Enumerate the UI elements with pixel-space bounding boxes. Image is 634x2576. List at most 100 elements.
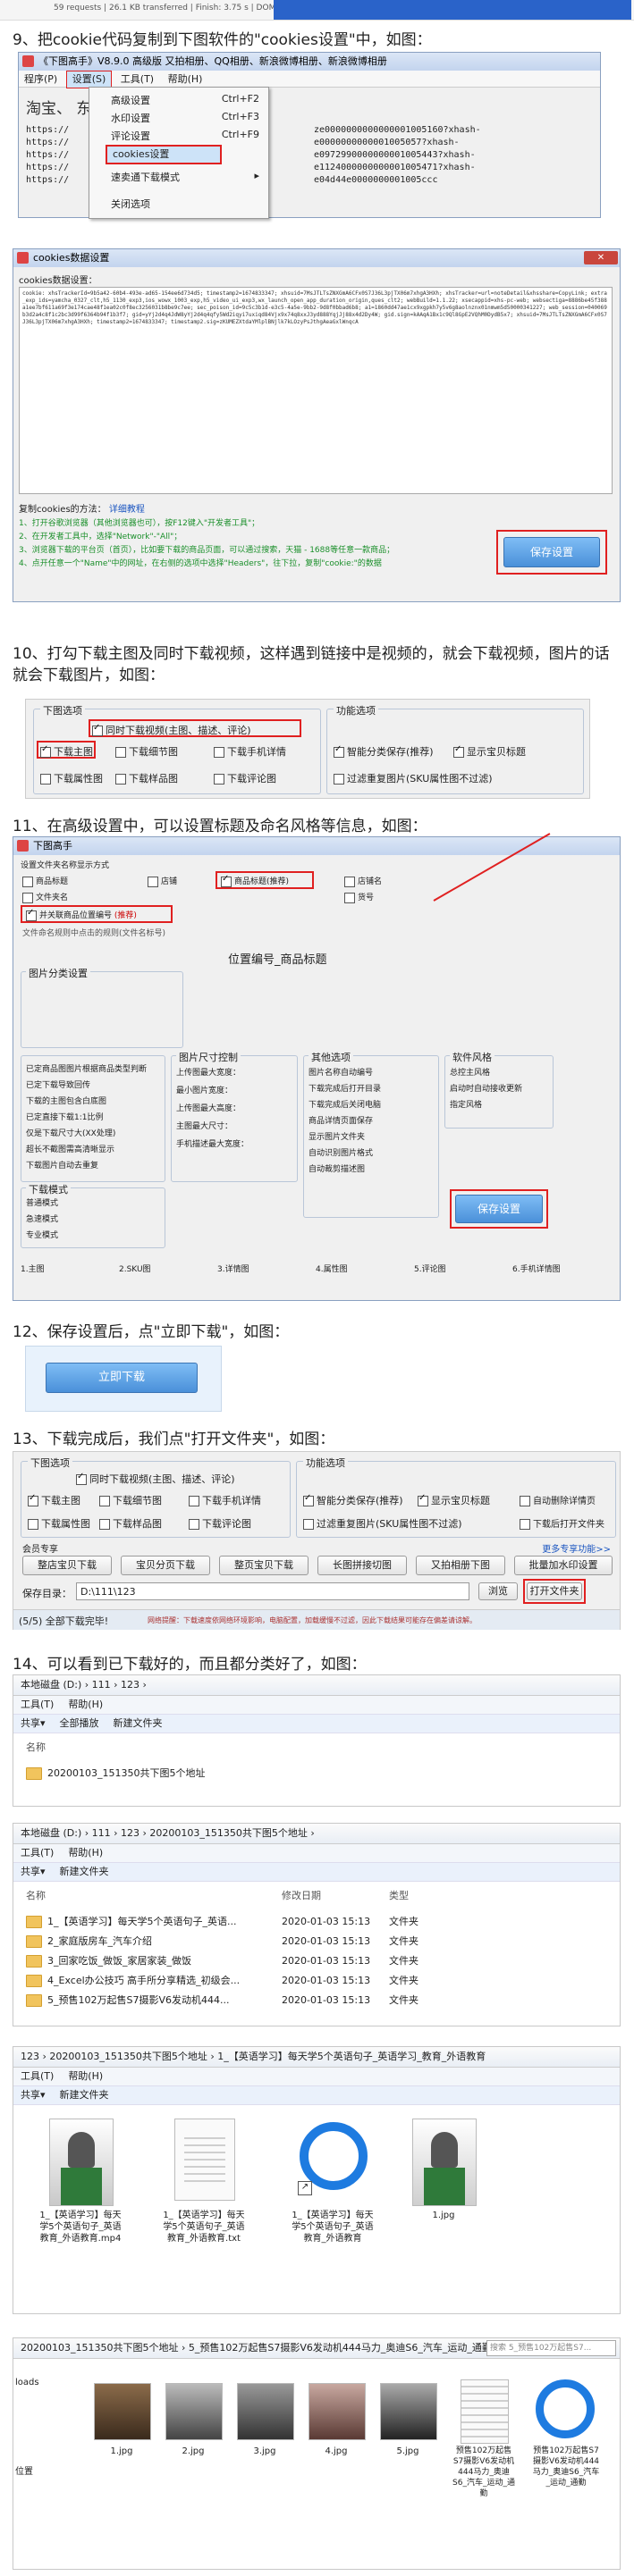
- explorer4-search[interactable]: 搜索 5_预售102万起售S7...: [486, 2340, 616, 2356]
- adv-left-opt[interactable]: 已定下载导致回传: [26, 1078, 90, 1090]
- tool-button-page[interactable]: 宝贝分页下载: [121, 1556, 210, 1575]
- help-link[interactable]: 详细教程: [109, 505, 145, 515]
- option-download-sample-image[interactable]: 下载样品图: [115, 771, 178, 785]
- tool-button-album[interactable]: 又拍相册下图: [416, 1556, 505, 1575]
- save-dir-input[interactable]: D:\111\123: [76, 1582, 469, 1600]
- option-download-video[interactable]: 同时下载视频(主图、描述、评论): [92, 723, 251, 737]
- option-smart-classify[interactable]: 智能分类保存(推荐): [334, 744, 434, 759]
- mode-opt[interactable]: 急速模式: [26, 1212, 58, 1224]
- size-opt[interactable]: 上传图最大高度：: [176, 1102, 241, 1113]
- dropdown-close-options[interactable]: 关闭选项: [111, 197, 263, 211]
- menu-help[interactable]: 帮助(H): [68, 1847, 103, 1859]
- field-shop-name[interactable]: 店铺名: [344, 875, 382, 887]
- field-product-title[interactable]: 商品标题: [22, 875, 68, 887]
- adv-left-opt[interactable]: 已定直接下载1:1比例: [26, 1111, 104, 1122]
- col-header-type[interactable]: 类型: [389, 1888, 409, 1902]
- option-show-title[interactable]: 显示宝贝标题: [453, 744, 526, 759]
- menu-tools[interactable]: 工具(T): [21, 1847, 54, 1859]
- s13-option-mobile[interactable]: 下载手机详情: [189, 1493, 261, 1507]
- other-opt[interactable]: 自动识别图片格式: [309, 1146, 373, 1158]
- table-row[interactable]: 4_Excel办公技巧 高手所分享精选_初级会... 2020-01-03 15:…: [26, 1972, 616, 1989]
- option-download-comment-image[interactable]: 下载评论图: [214, 771, 276, 785]
- menu-tools[interactable]: 工具(T): [115, 71, 159, 88]
- other-opt[interactable]: 下载完成后关闭电脑: [309, 1098, 381, 1110]
- tool-button-long-image[interactable]: 长图拼接切图: [317, 1556, 407, 1575]
- share-button[interactable]: 共享▾: [21, 1866, 46, 1877]
- s13-option-classify[interactable]: 智能分类保存(推荐): [303, 1493, 403, 1507]
- menu-tools[interactable]: 工具(T): [21, 2070, 54, 2082]
- menu-program[interactable]: 程序(P): [19, 71, 63, 88]
- dropdown-watermark-settings[interactable]: 水印设置 Ctrl+F3: [111, 111, 263, 125]
- s13-option-attr[interactable]: 下载属性图: [28, 1516, 90, 1531]
- image-thumbnail[interactable]: [237, 2383, 294, 2440]
- s13-option-filter[interactable]: 过滤重复图片(SKU属性图不过滤): [303, 1516, 462, 1531]
- explorer1-address-bar[interactable]: 本地磁盘 (D:) › 111 › 123 ›: [13, 1675, 620, 1696]
- field-sku[interactable]: 货号: [344, 891, 374, 903]
- s13-option-open-folder[interactable]: 下载后打开文件夹: [520, 1516, 604, 1530]
- style-opt[interactable]: 总控主风格: [450, 1066, 490, 1078]
- style-opt[interactable]: 指定风格: [450, 1098, 482, 1110]
- adv-left-opt[interactable]: 已定商品图图片根据商品类型判断: [26, 1062, 147, 1074]
- field-folder-name[interactable]: 文件夹名: [22, 891, 68, 903]
- s13-option-comment[interactable]: 下载评论图: [189, 1516, 251, 1531]
- size-opt[interactable]: 主图最大尺寸：: [176, 1120, 232, 1131]
- text-file-icon[interactable]: [461, 2379, 509, 2444]
- option-filter-duplicate[interactable]: 过滤重复图片(SKU属性图不过滤): [334, 771, 493, 785]
- sidebar-downloads[interactable]: loads: [15, 2378, 39, 2387]
- folder-item[interactable]: 20200103_151350共下图5个地址: [26, 1765, 205, 1782]
- other-opt[interactable]: 下载完成后打开目录: [309, 1082, 381, 1094]
- style-opt[interactable]: 启动时自动接收更新: [450, 1082, 522, 1094]
- menu-help[interactable]: 帮助(H): [68, 1699, 103, 1710]
- field-product-title-recommended[interactable]: 商品标题(推荐): [221, 874, 289, 887]
- close-icon[interactable]: ✕: [584, 251, 618, 264]
- image-thumbnail[interactable]: [94, 2383, 151, 2440]
- col-header-name[interactable]: 名称: [26, 1888, 46, 1902]
- other-opt[interactable]: 自动裁剪描述图: [309, 1162, 365, 1174]
- other-opt[interactable]: 显示图片文件夹: [309, 1130, 365, 1142]
- option-link-position-number[interactable]: 并关联商品位置编号 (推荐): [26, 908, 137, 921]
- table-row[interactable]: 2_家庭版房车_汽车介绍 2020-01-03 15:13 文件夹: [26, 1933, 616, 1950]
- size-opt[interactable]: 最小图片宽度：: [176, 1084, 232, 1095]
- new-folder-button[interactable]: 新建文件夹: [60, 1866, 109, 1877]
- menu-help[interactable]: 帮助(H): [163, 71, 208, 88]
- dropdown-cookies-settings[interactable]: cookies设置: [106, 145, 222, 164]
- explorer4-address-bar[interactable]: 20200103_151350共下图5个地址 › 5_预售102万起售S7摄影V…: [13, 2338, 620, 2359]
- menu-settings[interactable]: 设置(S): [65, 71, 113, 88]
- adv-left-opt[interactable]: 仅是下载尺寸大(XX处理): [26, 1127, 115, 1138]
- video-thumbnail[interactable]: [49, 2119, 114, 2206]
- share-button[interactable]: 共享▾: [21, 1717, 46, 1729]
- play-all-button[interactable]: 全部播放: [60, 1717, 99, 1729]
- adv-save-button[interactable]: 保存设置: [455, 1195, 543, 1223]
- explorer2-address-bar[interactable]: 本地磁盘 (D:) › 111 › 123 › 20200103_151350共…: [13, 1824, 620, 1844]
- text-file-icon[interactable]: [174, 2119, 235, 2201]
- more-features-link[interactable]: 更多专享功能>>: [542, 1541, 611, 1555]
- download-now-button[interactable]: 立即下载: [46, 1363, 198, 1393]
- s13-option-sample[interactable]: 下载样品图: [99, 1516, 162, 1531]
- browser-shortcut-icon[interactable]: [300, 2122, 368, 2190]
- adv-left-opt[interactable]: 下载图片自动去重复: [26, 1159, 98, 1171]
- s13-option-auto-delete[interactable]: 自动删除详情页: [520, 1493, 596, 1506]
- new-folder-button[interactable]: 新建文件夹: [60, 2089, 109, 2101]
- menu-help[interactable]: 帮助(H): [68, 2070, 103, 2082]
- open-folder-button[interactable]: 打开文件夹: [527, 1582, 582, 1600]
- image-thumbnail[interactable]: [412, 2119, 477, 2206]
- s13-option-video[interactable]: 同时下载视频(主图、描述、评论): [76, 1472, 235, 1486]
- option-download-main-image[interactable]: 下载主图: [40, 744, 93, 759]
- cookies-textarea[interactable]: cookie: xhsTrackerId=9b5a42-60b4-493e-ad…: [19, 287, 613, 494]
- table-row[interactable]: 3_回家吃饭_做饭_家居家装_做饭 2020-01-03 15:13 文件夹: [26, 1952, 616, 1969]
- other-opt[interactable]: 商品详情页面保存: [309, 1114, 373, 1126]
- image-thumbnail[interactable]: [380, 2383, 437, 2440]
- menu-tools[interactable]: 工具(T): [21, 1699, 54, 1710]
- s13-option-title[interactable]: 显示宝贝标题: [418, 1493, 490, 1507]
- dropdown-aliexpress-mode[interactable]: 速卖通下载模式 ▸: [111, 170, 263, 184]
- other-opt[interactable]: 图片名称自动编号: [309, 1066, 373, 1078]
- mode-opt[interactable]: 专业模式: [26, 1229, 58, 1240]
- adv-left-opt[interactable]: 下载的主图包含白底图: [26, 1095, 106, 1106]
- field-shop[interactable]: 店铺: [148, 875, 177, 887]
- tool-button-whole-page[interactable]: 整页宝贝下载: [219, 1556, 309, 1575]
- new-folder-button[interactable]: 新建文件夹: [114, 1717, 163, 1729]
- explorer3-address-bar[interactable]: 123 › 20200103_151350共下图5个地址 › 1_【英语学习】每…: [13, 2047, 620, 2068]
- table-row[interactable]: 5_预售102万起售S7摄影V6发动机444... 2020-01-03 15:1…: [26, 1992, 616, 2009]
- option-download-attr-image[interactable]: 下载属性图: [40, 771, 103, 785]
- table-row[interactable]: 1_【英语学习】每天学5个英语句子_英语... 2020-01-03 15:13 文…: [26, 1913, 616, 1930]
